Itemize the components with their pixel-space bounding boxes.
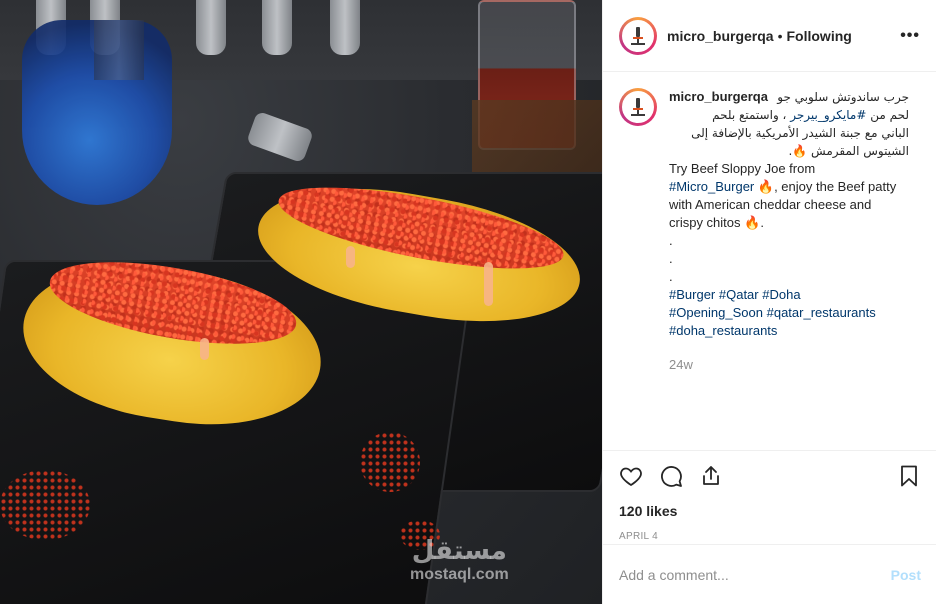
hashtag-link[interactable]: #Doha xyxy=(762,287,800,302)
post-side-panel: micro_burgerqa • Following ••• micro_bur… xyxy=(602,0,936,604)
caption-username[interactable]: micro_burgerqa xyxy=(669,88,768,106)
sauce-drip xyxy=(200,338,209,360)
likes-count[interactable]: 120 likes xyxy=(619,503,921,519)
hashtag-link[interactable]: #Qatar xyxy=(719,287,759,302)
hashtag-row: #Burger #Qatar #Doha xyxy=(669,286,909,304)
more-horizontal-icon[interactable]: ••• xyxy=(900,27,920,45)
caption-dot: . xyxy=(669,233,673,248)
post-header: micro_burgerqa • Following ••• xyxy=(603,0,936,72)
sauce-drip xyxy=(484,262,493,306)
caption-dot: . xyxy=(669,251,673,266)
watermark-arabic: مستقل xyxy=(411,536,507,566)
caption: micro_burgerqa جرب ساندوتش سلوبي جو لحم … xyxy=(619,88,922,374)
glass-tube xyxy=(245,110,315,164)
action-icons xyxy=(619,463,921,489)
action-bar: 120 likes APRIL 4 xyxy=(603,450,936,542)
caption-avatar[interactable] xyxy=(619,88,657,126)
test-tube xyxy=(330,0,360,55)
following-button[interactable]: Following xyxy=(787,28,852,44)
watermark: مستقل mostaql.com xyxy=(410,536,509,584)
header-separator: • xyxy=(777,27,783,44)
microscope-logo-icon xyxy=(631,98,645,116)
heart-icon[interactable] xyxy=(619,464,643,488)
hashtag-link[interactable]: #Micro_Burger xyxy=(669,179,754,194)
avatar[interactable] xyxy=(619,16,657,55)
post-photo[interactable]: مستقل mostaql.com xyxy=(0,0,602,604)
caption-arabic-line: لحم من #مايكرو_بيرجر ، واستمتع بلحم xyxy=(712,108,909,122)
comment-input[interactable] xyxy=(619,566,891,583)
header-username[interactable]: micro_burgerqa xyxy=(667,28,774,44)
caption-text: micro_burgerqa جرب ساندوتش سلوبي جو لحم … xyxy=(669,88,909,374)
comment-icon[interactable] xyxy=(659,464,683,488)
hashtag-row: #doha_restaurants xyxy=(669,322,909,340)
crumb-spill xyxy=(0,470,90,540)
watermark-latin: mostaql.com xyxy=(410,566,509,583)
caption-arabic-line: الباني مع جبنة الشيدر الأمريكية بالإضافة… xyxy=(691,126,909,140)
caption-english-line: with American cheddar cheese and xyxy=(669,197,872,212)
blue-flask xyxy=(22,20,172,205)
caption-english-line: Try Beef Sloppy Joe from xyxy=(669,161,816,176)
hashtag-link[interactable]: #Burger xyxy=(669,287,715,302)
caption-english-line: crispy chitos 🔥. xyxy=(669,215,764,230)
caption-english-line: #Micro_Burger 🔥, enjoy the Beef patty xyxy=(669,179,897,194)
hashtag-link[interactable]: #Opening_Soon xyxy=(669,305,763,320)
post-button[interactable]: Post xyxy=(891,567,921,583)
share-icon[interactable] xyxy=(699,464,723,488)
caption-arabic-line: الشيتوس المقرمش 🔥. xyxy=(788,144,909,158)
add-comment-bar: Post xyxy=(603,544,936,604)
hashtag-link[interactable]: #مايكرو_بيرجر xyxy=(790,108,866,122)
post-date[interactable]: APRIL 4 xyxy=(619,531,921,542)
crumb-spill xyxy=(360,432,420,492)
hashtag-link[interactable]: #qatar_restaurants xyxy=(767,305,876,320)
hashtag-row: #Opening_Soon #qatar_restaurants xyxy=(669,304,909,322)
sauce-drip xyxy=(346,246,355,268)
hashtag-link[interactable]: #doha_restaurants xyxy=(669,323,777,338)
microscope-logo-icon xyxy=(631,26,645,45)
post-age[interactable]: 24w xyxy=(669,356,909,374)
comments-area: micro_burgerqa جرب ساندوتش سلوبي جو لحم … xyxy=(603,72,936,450)
test-tube xyxy=(196,0,226,55)
bookmark-icon[interactable] xyxy=(897,464,921,488)
test-tube xyxy=(262,0,292,55)
caption-arabic-line: جرب ساندوتش سلوبي جو xyxy=(777,90,909,104)
caption-dot: . xyxy=(669,269,673,284)
